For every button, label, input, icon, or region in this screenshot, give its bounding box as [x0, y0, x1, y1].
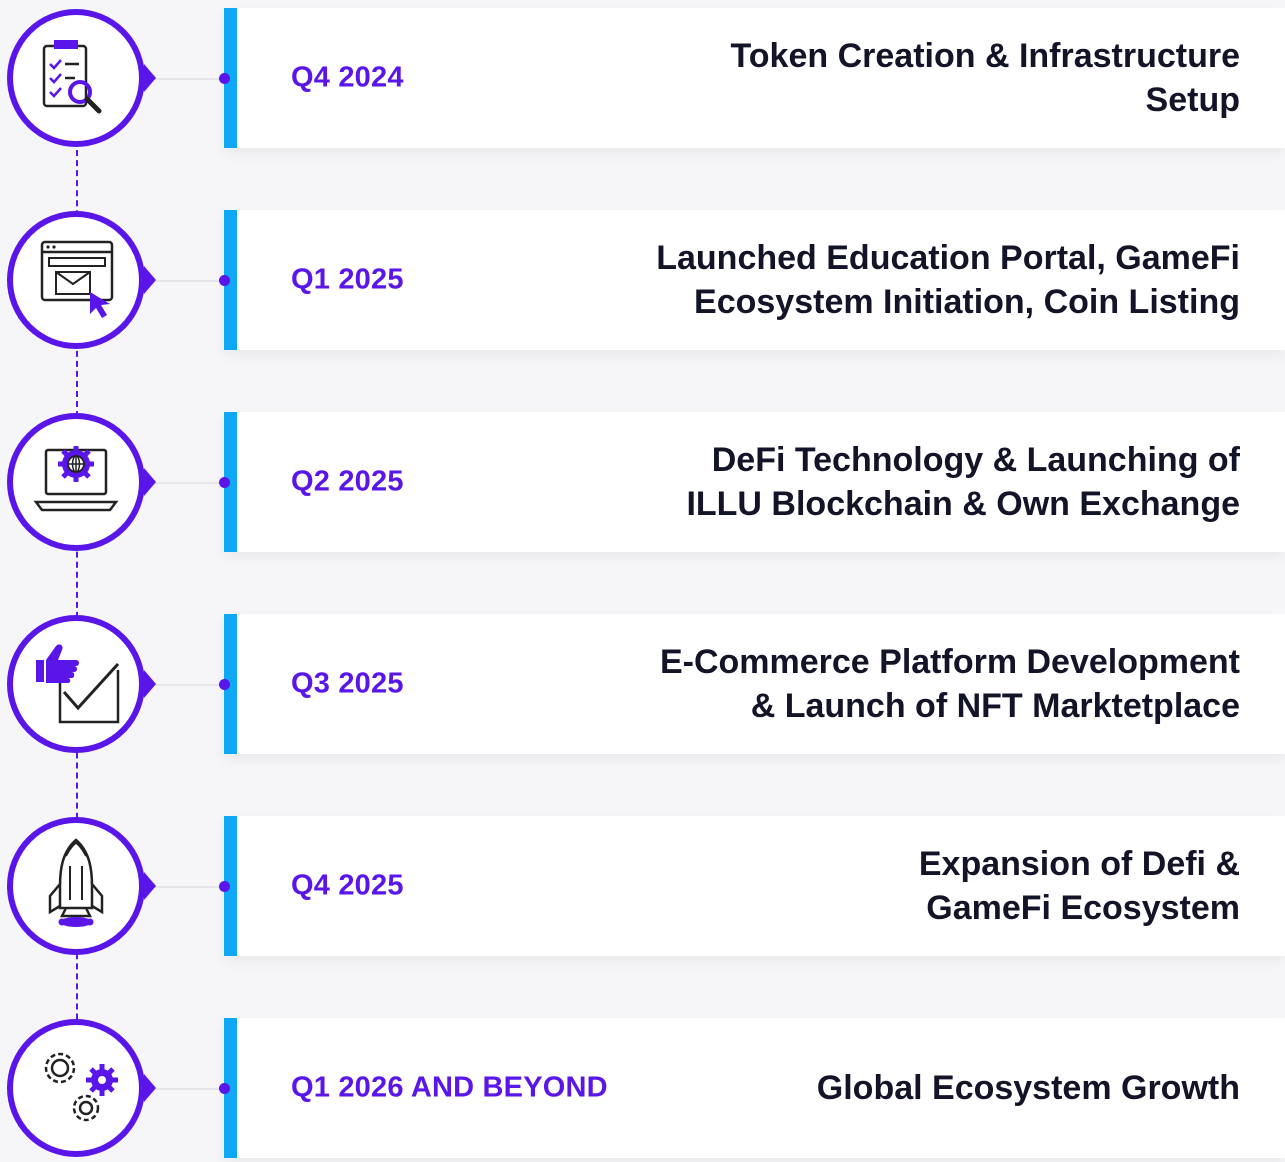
- connector-line: [150, 886, 228, 888]
- timeline-dot: [219, 881, 230, 892]
- gears-icon: [4, 1016, 156, 1162]
- milestone-title-line: Launched Education Portal, GameFi: [656, 239, 1240, 277]
- checklist-search-icon: [4, 6, 156, 152]
- thumbs-up-checkbox-icon: [4, 612, 156, 758]
- timeline-dot: [219, 275, 230, 286]
- milestone-title: Global Ecosystem Growth: [520, 1066, 1240, 1110]
- milestone-title-line: ILLU Blockchain & Own Exchange: [686, 485, 1240, 523]
- timeline-dot: [219, 477, 230, 488]
- rocket-icon: [4, 814, 156, 960]
- milestone-title-line: Setup: [1145, 81, 1240, 119]
- milestone-title: Token Creation & Infrastructure Setup: [520, 34, 1240, 122]
- quarter-label: Q2 2025: [291, 465, 404, 498]
- milestone-title-line: DeFi Technology & Launching of: [711, 441, 1240, 479]
- web-mail-cursor-icon: [4, 208, 156, 354]
- quarter-label: Q3 2025: [291, 667, 404, 700]
- milestone-title: Launched Education Portal, GameFi Ecosys…: [520, 236, 1240, 324]
- connector-line: [150, 482, 228, 484]
- connector-line: [150, 78, 228, 80]
- milestone-title-line: GameFi Ecosystem: [926, 889, 1240, 927]
- milestone-row: Q4 2024 Token Creation & Infrastructure …: [0, 8, 1285, 148]
- milestone-title-line: E-Commerce Platform Development: [659, 643, 1240, 681]
- milestone-row: Q4 2025 Expansion of Defi & GameFi Ecosy…: [0, 816, 1285, 956]
- connector-line: [150, 684, 228, 686]
- laptop-gear-globe-icon: [4, 410, 156, 556]
- milestone-title-line: Expansion of Defi &: [918, 845, 1240, 883]
- milestone-title-line: Token Creation & Infrastructure: [730, 37, 1240, 75]
- quarter-label: Q4 2025: [291, 869, 404, 902]
- milestone-title-line: & Launch of NFT Marktetplace: [750, 687, 1240, 725]
- milestone-row: Q1 2026 AND BEYOND Global Ecosystem Grow…: [0, 1018, 1285, 1158]
- timeline-dot: [219, 1083, 230, 1094]
- timeline-dot: [219, 73, 230, 84]
- quarter-label: Q1 2025: [291, 263, 404, 296]
- milestone-row: Q1 2025 Launched Education Portal, GameF…: [0, 210, 1285, 350]
- milestone-title-line: Global Ecosystem Growth: [816, 1069, 1240, 1107]
- milestone-row: Q3 2025 E-Commerce Platform Development …: [0, 614, 1285, 754]
- milestone-row: Q2 2025 DeFi Technology & Launching of I…: [0, 412, 1285, 552]
- milestone-title: E-Commerce Platform Development & Launch…: [520, 640, 1240, 728]
- milestone-title: DeFi Technology & Launching of ILLU Bloc…: [520, 438, 1240, 526]
- connector-line: [150, 280, 228, 282]
- milestone-title: Expansion of Defi & GameFi Ecosystem: [520, 842, 1240, 930]
- timeline-dot: [219, 679, 230, 690]
- connector-line: [150, 1088, 228, 1090]
- quarter-label: Q4 2024: [291, 61, 404, 94]
- milestone-title-line: Ecosystem Initiation, Coin Listing: [694, 283, 1240, 321]
